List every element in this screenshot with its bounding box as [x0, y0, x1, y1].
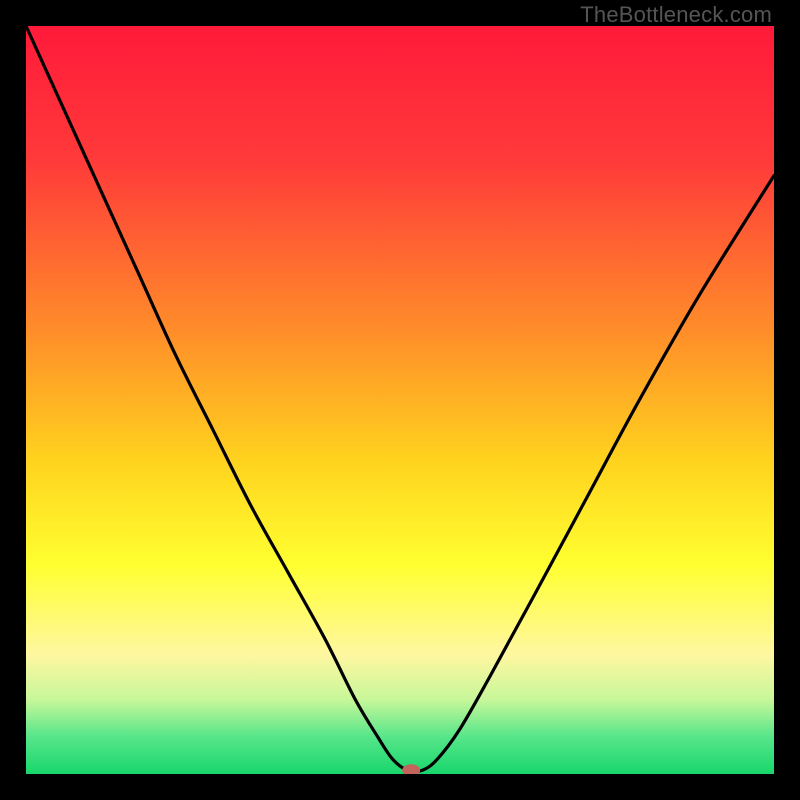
watermark-text: TheBottleneck.com: [580, 2, 772, 28]
chart-frame: TheBottleneck.com: [0, 0, 800, 800]
chart-background: [26, 26, 774, 774]
chart-svg: [26, 26, 774, 774]
plot-area: [26, 26, 774, 774]
